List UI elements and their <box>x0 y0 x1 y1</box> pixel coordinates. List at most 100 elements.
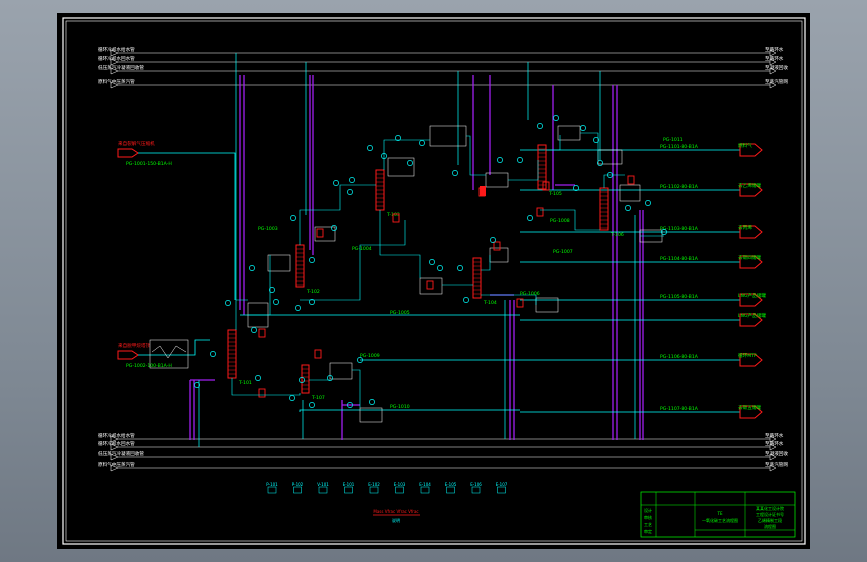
distillation-column <box>295 244 305 288</box>
stream-tag-label: PG-1005 <box>390 310 410 316</box>
column-tag: T-106 <box>610 232 624 238</box>
legend-symbol-label: E-101 <box>343 482 355 487</box>
process-line <box>466 135 486 176</box>
feed-connector-icon <box>117 148 139 158</box>
instrument-bubble-icon <box>289 395 295 401</box>
legend-symbol-icon <box>369 486 379 494</box>
instrument-bubble-icon <box>273 299 279 305</box>
title-block-line: 某某化工设计院 <box>756 505 784 511</box>
product-label: 去碳五储罐 <box>738 404 761 411</box>
legend-symbol-label: E-102 <box>368 482 380 487</box>
utility-header-label: 循环冷却水给水管 <box>98 432 135 439</box>
title-block-cell: 审核 <box>644 514 652 520</box>
inner-frame <box>65 20 803 542</box>
instrument-bubble-icon <box>349 177 355 183</box>
title-block-cell: 设计 <box>644 507 652 513</box>
instrument-bubble-icon <box>429 259 435 265</box>
product-line-tag: PG-1106-80-B1A <box>660 354 699 360</box>
product-line-tag: PG-1107-80-B1A <box>660 406 699 412</box>
outer-frame <box>62 17 806 545</box>
reflux-drum-icon <box>480 186 486 196</box>
drum-icon <box>314 349 322 359</box>
title-block-cell: 工艺 <box>644 522 652 527</box>
legend-symbol-label: E-104 <box>419 482 431 487</box>
process-flow-diagram: 循环冷却水给水管 至循环水循环冷却水回水管 至循环水低压蒸汽冷凝液回收管 至凝液回收原… <box>62 17 806 545</box>
drum-icon <box>627 175 635 185</box>
product-label: 去乙烯储罐 <box>738 182 761 189</box>
instrument-bubble-icon <box>625 205 631 211</box>
instrument-bubble-icon <box>249 265 255 271</box>
instrument-bubble-icon <box>251 327 257 333</box>
drum-icon <box>258 328 266 338</box>
instrument-bubble-icon <box>369 399 375 405</box>
instrument-bubble-icon <box>255 375 261 381</box>
instrument-bubble-icon <box>527 215 533 221</box>
process-line <box>299 184 376 245</box>
legend-symbol-icon <box>446 486 455 494</box>
instrument-bubble-icon <box>537 123 543 129</box>
utility-header-label: 低压蒸汽冷凝液回收管 <box>98 64 144 71</box>
process-line <box>540 209 600 231</box>
legend-symbol-icon <box>420 486 430 494</box>
process-line <box>299 409 520 412</box>
instrument-bubble-icon <box>452 170 458 176</box>
legend-symbol-label: P-101 <box>266 482 278 487</box>
instrument-bubble-icon <box>309 402 315 408</box>
utility-header-label: 至蒸汽管网 <box>765 461 788 468</box>
utility-header-label: 至凝液回收 <box>765 64 788 71</box>
title-block-line: 乙烯精制工段 <box>758 517 782 523</box>
legend-symbol-label: V-101 <box>317 482 329 487</box>
process-line <box>352 369 361 408</box>
legend-symbol-label: E-105 <box>445 482 457 487</box>
title-block-line: 工程设计证书号 <box>756 511 784 517</box>
utility-header-label: 至循环水 <box>765 440 784 447</box>
utility-header-label: 原料气中压蒸汽管 <box>98 78 135 85</box>
vessel-outline <box>329 362 353 380</box>
product-label: 循环MTP <box>738 352 757 359</box>
utility-header-label: 至循环水 <box>765 46 784 53</box>
legend-note: 说明 <box>392 517 400 523</box>
product-label: LNG产品储罐 <box>738 292 766 299</box>
utility-header-label: 循环冷却水回水管 <box>98 440 135 447</box>
drum-icon <box>493 241 501 251</box>
product-line-tag: PG-1102-80-B1A <box>660 184 699 190</box>
instrument-bubble-icon <box>490 237 496 243</box>
product-label: LNG产品储罐 <box>738 312 766 319</box>
feed-label: 来自脱甲烷塔顶 <box>118 342 151 349</box>
instrument-bubble-icon <box>419 140 425 146</box>
stream-tag-label: PG-1011 <box>663 137 683 143</box>
utility-header-label: 至凝液回收 <box>765 450 788 457</box>
feed-line-tag: PG-1001-150-B1A-H <box>126 161 172 167</box>
vessel-outline <box>419 277 443 295</box>
instrument-bubble-icon <box>517 157 523 163</box>
legend-symbol-icon <box>318 486 328 494</box>
vessel-outline <box>619 184 641 202</box>
instrument-bubble-icon <box>225 300 231 306</box>
stream-tag-label: PG-1004 <box>352 246 372 252</box>
distillation-column <box>599 187 609 231</box>
product-label: 去碳四储罐 <box>738 254 761 261</box>
title-block-line: 流程图 <box>764 523 776 529</box>
legend-symbol-icon <box>293 486 302 494</box>
instrument-bubble-icon <box>295 305 301 311</box>
process-line <box>300 220 406 301</box>
legend-symbol-icon <box>267 486 277 494</box>
product-label: 燃料气 <box>738 142 752 149</box>
drum-icon <box>426 280 434 290</box>
instrument-bubble-icon <box>367 145 373 151</box>
instrument-bubble-icon <box>463 297 469 303</box>
column-tag: T-105 <box>548 191 562 197</box>
title-block-subtitle: 一氧化碳工艺流程图 <box>702 517 738 523</box>
instrument-bubble-icon <box>580 125 586 131</box>
title-block-cell: 审定 <box>644 528 652 534</box>
process-line <box>248 255 271 316</box>
utility-header-label: 原料气中压蒸汽管 <box>98 461 135 468</box>
drawing-sheet: 循环冷却水给水管 至循环水 循环冷却水回水管 至循环水 低压蒸汽冷凝液回收管 至凝液回收原… <box>57 13 810 549</box>
vessel-outline <box>485 172 509 188</box>
instrument-bubble-icon <box>290 215 296 221</box>
instrument-bubble-icon <box>210 351 216 357</box>
utility-header-label: 循环冷却水回水管 <box>98 55 135 62</box>
legend-symbol-label: P-102 <box>292 482 304 487</box>
legend-symbol-icon <box>395 486 404 494</box>
stream-tag-label: PG-1007 <box>553 249 573 255</box>
